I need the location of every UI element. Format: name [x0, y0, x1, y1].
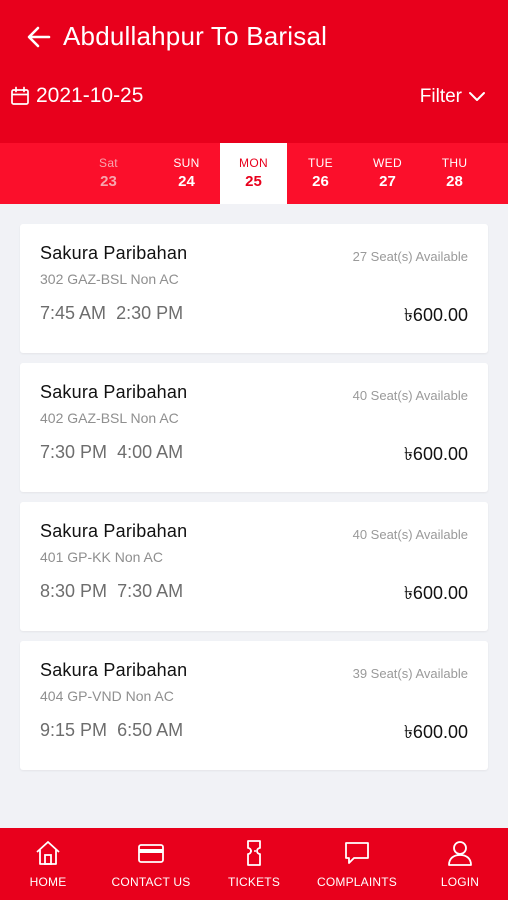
day-date: 24	[178, 173, 195, 190]
card-icon	[138, 844, 164, 863]
calendar-icon	[11, 86, 29, 105]
coach-info: 402 GAZ-BSL Non AC	[40, 410, 179, 426]
trip-card[interactable]: Sakura Paribahan 402 GAZ-BSL Non AC 7:30…	[20, 363, 488, 492]
day-tab-sun[interactable]: SUN 24	[153, 143, 220, 204]
nav-complaints-label: COMPLAINTS	[316, 875, 397, 889]
operator-name: Sakura Paribahan	[40, 521, 188, 541]
chevron-down-icon	[469, 92, 485, 101]
day-date: 27	[379, 173, 396, 190]
seats-available: 39 Seat(s) Available	[352, 666, 468, 681]
nav-complaints[interactable]: COMPLAINTS	[310, 828, 404, 900]
departure-time: 9:15 PM	[40, 720, 108, 740]
departure-time: 7:45 AM	[40, 303, 107, 323]
day-name: THU	[441, 156, 468, 170]
arrival-time: 7:30 AM	[117, 581, 184, 601]
day-tab-thu[interactable]: THU 28	[421, 143, 488, 204]
filter-button[interactable]: Filter	[420, 86, 486, 108]
day-date: 28	[446, 173, 463, 190]
coach-info: 401 GP-KK Non AC	[40, 549, 163, 565]
nav-tickets[interactable]: TICKETS	[220, 828, 288, 900]
day-date: 25	[245, 173, 262, 190]
nav-login-label: LOGIN	[440, 875, 480, 889]
coach-info: 302 GAZ-BSL Non AC	[40, 271, 179, 287]
operator-name: Sakura Paribahan	[40, 382, 188, 402]
coach-info: 404 GP-VND Non AC	[40, 688, 174, 704]
seats-available: 27 Seat(s) Available	[352, 249, 468, 264]
day-date: 23	[100, 173, 117, 190]
day-tab-sat[interactable]: Sat 23	[75, 143, 142, 204]
selected-date: 2021-10-25	[36, 84, 144, 107]
day-name: TUE	[308, 156, 333, 170]
date-selector[interactable]: 2021-10-25	[10, 84, 143, 108]
seats-available: 40 Seat(s) Available	[352, 388, 468, 403]
fare-price: ৳600.00	[403, 583, 468, 603]
trip-card[interactable]: Sakura Paribahan 404 GP-VND Non AC 9:15 …	[20, 641, 488, 770]
operator-name: Sakura Paribahan	[40, 660, 188, 680]
trip-times: 9:15 PM 6:50 AM	[40, 720, 183, 741]
operator-name: Sakura Paribahan	[40, 243, 188, 263]
fare-price: ৳600.00	[403, 722, 468, 742]
ticket-icon	[247, 840, 261, 866]
nav-contact-us[interactable]: CONTACT US	[104, 828, 198, 900]
page-title: Abdullahpur To Barisal	[63, 21, 328, 51]
arrival-time: 6:50 AM	[117, 720, 184, 740]
arrival-time: 2:30 PM	[116, 303, 184, 323]
trip-times: 8:30 PM 7:30 AM	[40, 581, 183, 602]
day-tab-mon[interactable]: MON 25	[220, 143, 287, 204]
day-name: Sat	[99, 156, 118, 170]
day-date: 26	[312, 173, 329, 190]
bottom-navigation: HOME CONTACT US TICKETS COMPLAINTS LOGIN	[0, 828, 508, 900]
trip-times: 7:45 AM 2:30 PM	[40, 303, 183, 324]
user-icon	[448, 841, 472, 866]
day-tab-wed[interactable]: WED 27	[354, 143, 421, 204]
arrival-time: 4:00 AM	[117, 442, 184, 462]
home-icon	[36, 841, 60, 865]
day-name: WED	[373, 156, 402, 170]
trip-times: 7:30 PM 4:00 AM	[40, 442, 183, 463]
nav-tickets-label: TICKETS	[227, 875, 281, 889]
chat-icon	[345, 842, 369, 864]
seats-available: 40 Seat(s) Available	[352, 527, 468, 542]
day-name: MON	[239, 156, 268, 170]
departure-time: 7:30 PM	[40, 442, 108, 462]
back-arrow-icon[interactable]	[24, 22, 54, 52]
filter-label: Filter	[419, 86, 462, 107]
departure-time: 8:30 PM	[40, 581, 108, 601]
fare-price: ৳600.00	[403, 444, 468, 464]
nav-contact-us-label: CONTACT US	[111, 875, 191, 889]
nav-home[interactable]: HOME	[14, 828, 82, 900]
app-header: Abdullahpur To Barisal 2021-10-25 Filter	[0, 0, 508, 143]
trip-card[interactable]: Sakura Paribahan 302 GAZ-BSL Non AC 7:45…	[20, 224, 488, 353]
fare-price: ৳600.00	[403, 305, 468, 325]
day-name: SUN	[173, 156, 200, 170]
nav-home-label: HOME	[29, 875, 67, 889]
nav-login[interactable]: LOGIN	[426, 828, 494, 900]
day-selector: Sat 23 SUN 24 MON 25 TUE 26 WED 27 THU 2…	[0, 143, 508, 204]
day-tab-tue[interactable]: TUE 26	[287, 143, 354, 204]
trip-card[interactable]: Sakura Paribahan 401 GP-KK Non AC 8:30 P…	[20, 502, 488, 631]
